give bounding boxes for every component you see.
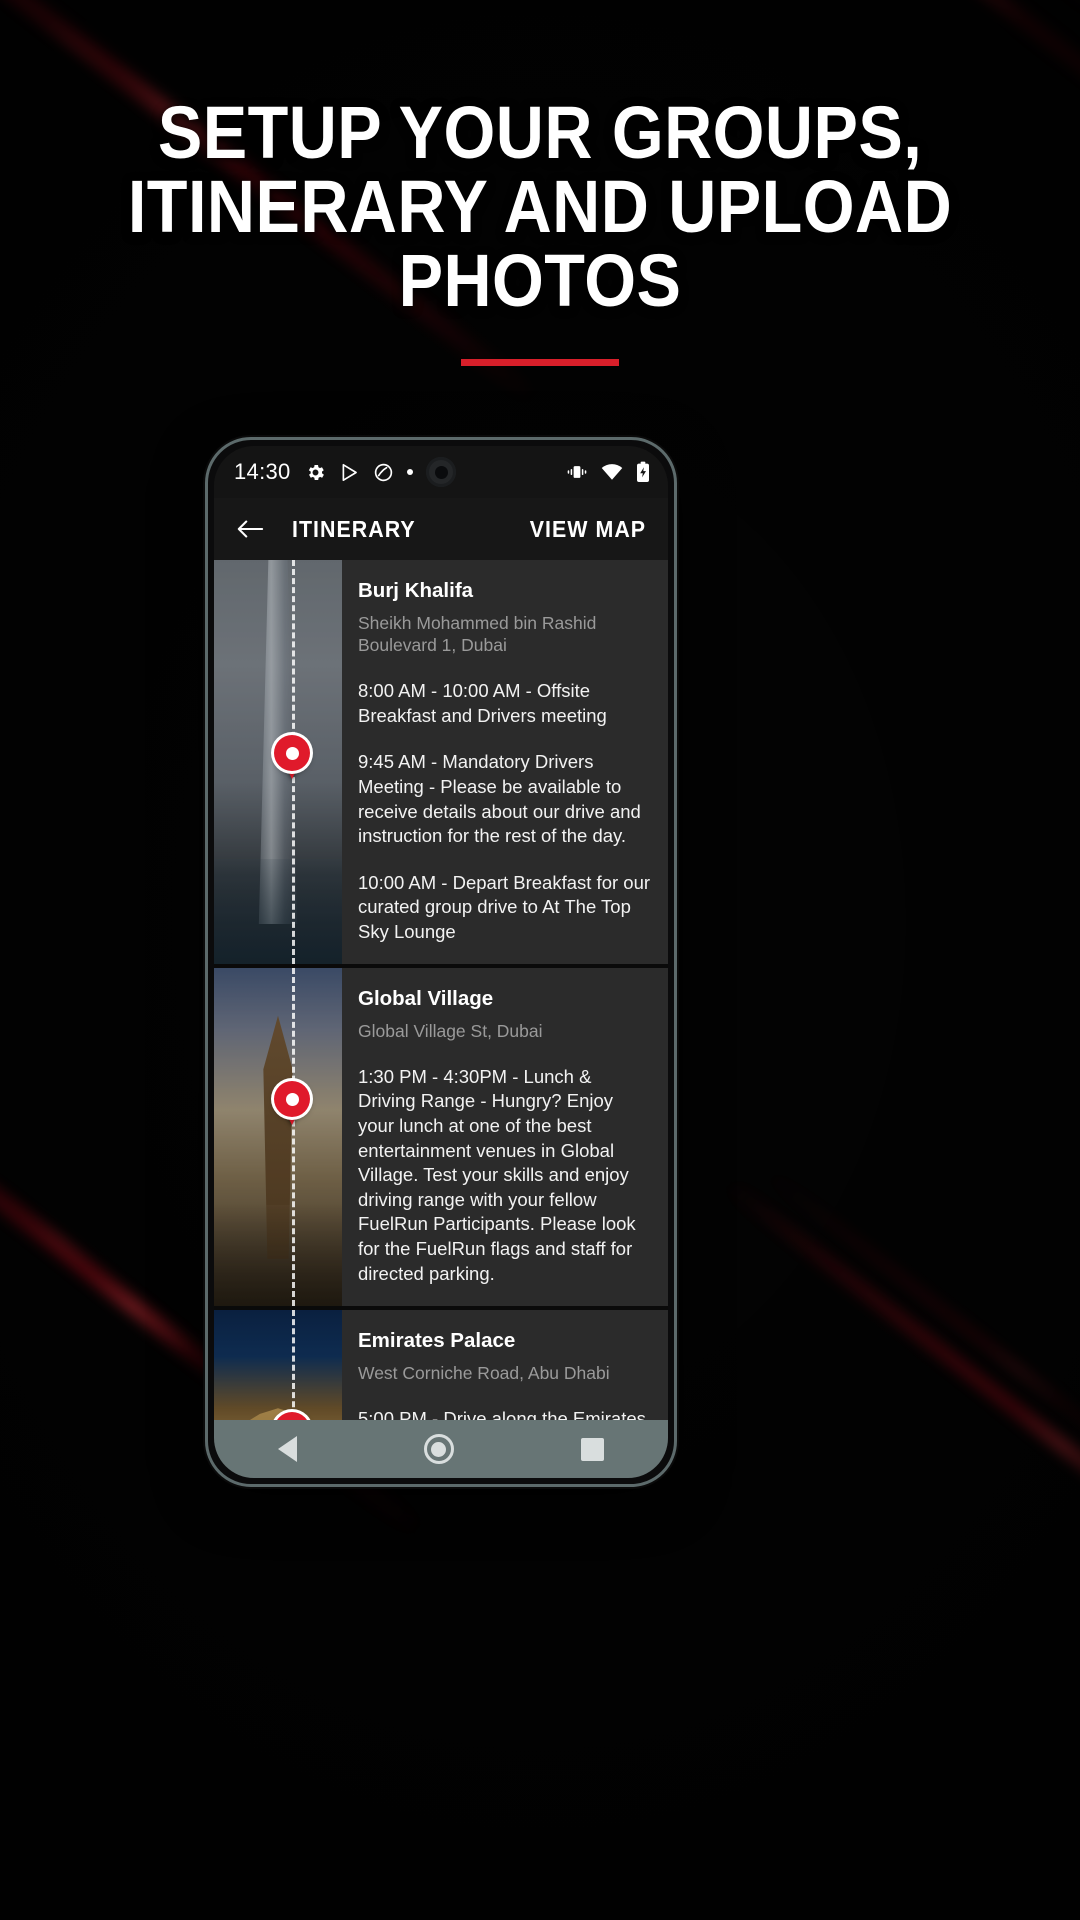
venue-address: Global Village St, Dubai bbox=[358, 1021, 543, 1042]
itinerary-card[interactable]: Burj Khalifa Sheikh Mohammed bin Rashid … bbox=[214, 560, 668, 969]
front-camera-punch-hole bbox=[426, 457, 456, 487]
venue-note: 9:45 AM - Mandatory Drivers Meeting - Pl… bbox=[358, 751, 641, 847]
play-store-icon bbox=[339, 462, 360, 483]
headline-accent-rule bbox=[461, 359, 619, 366]
phone-screen: 14:30 ITINERARY VIEW MAP Burj Khalifa Sh… bbox=[214, 446, 668, 1478]
promo-headline: SETUP YOUR GROUPS, ITINERARY AND UPLOAD … bbox=[54, 96, 1026, 318]
android-nav-bar bbox=[214, 1420, 668, 1478]
gear-icon bbox=[305, 462, 326, 483]
view-map-button[interactable]: VIEW MAP bbox=[530, 516, 646, 543]
itinerary-card-body: Burj Khalifa Sheikh Mohammed bin Rashid … bbox=[342, 560, 668, 964]
itinerary-card[interactable]: Global Village Global Village St, Dubai … bbox=[214, 968, 668, 1311]
phone-mockup: 14:30 ITINERARY VIEW MAP Burj Khalifa Sh… bbox=[205, 437, 677, 1487]
nav-back-icon[interactable] bbox=[277, 1436, 297, 1462]
status-bar: 14:30 bbox=[214, 446, 668, 498]
timeline-dashed-line bbox=[292, 968, 295, 1307]
app-bar: ITINERARY VIEW MAP bbox=[214, 498, 668, 560]
itinerary-card-body: Emirates Palace West Corniche Road, Abu … bbox=[342, 1310, 668, 1420]
status-bar-notification-icons bbox=[305, 462, 413, 483]
venue-name: Global Village bbox=[358, 987, 494, 1011]
battery-charging-icon bbox=[636, 461, 650, 483]
dot-icon bbox=[406, 469, 413, 475]
page-title: ITINERARY bbox=[292, 515, 416, 542]
status-bar-system-icons bbox=[566, 461, 650, 483]
itinerary-card[interactable]: Emirates Palace West Corniche Road, Abu … bbox=[214, 1310, 668, 1420]
venue-note: 10:00 AM - Depart Breakfast for our cura… bbox=[358, 871, 651, 942]
photo-scrim bbox=[214, 1310, 342, 1420]
venue-photo bbox=[214, 1310, 342, 1420]
photo-scrim bbox=[214, 968, 342, 1307]
map-pin-icon bbox=[274, 735, 310, 779]
map-pin-icon bbox=[274, 1081, 310, 1126]
wifi-icon bbox=[601, 463, 623, 481]
do-not-disturb-icon bbox=[373, 462, 394, 483]
venue-address: West Corniche Road, Abu Dhabi bbox=[358, 1362, 610, 1383]
status-bar-clock: 14:30 bbox=[234, 459, 291, 484]
venue-note: 8:00 AM - 10:00 AM - Offsite Breakfast a… bbox=[358, 680, 607, 726]
venue-photo bbox=[214, 968, 342, 1307]
timeline-dashed-line bbox=[292, 1310, 295, 1420]
itinerary-list[interactable]: Burj Khalifa Sheikh Mohammed bin Rashid … bbox=[214, 560, 668, 1420]
venue-name: Emirates Palace bbox=[358, 1329, 516, 1353]
nav-recents-icon[interactable] bbox=[581, 1437, 605, 1461]
itinerary-card-body: Global Village Global Village St, Dubai … bbox=[342, 968, 668, 1306]
back-button[interactable] bbox=[236, 518, 264, 540]
venue-address: Sheikh Mohammed bin Rashid Boulevard 1, … bbox=[358, 612, 597, 656]
headline-line-2: ITINERARY AND UPLOAD bbox=[127, 165, 953, 248]
map-pin-icon bbox=[274, 1412, 310, 1420]
headline-line-3: PHOTOS bbox=[398, 239, 682, 322]
headline-line-1: SETUP YOUR GROUPS, bbox=[157, 91, 923, 174]
venue-note: 1:30 PM - 4:30PM - Lunch & Driving Range… bbox=[358, 1065, 636, 1284]
nav-home-icon[interactable] bbox=[423, 1434, 454, 1464]
venue-note: 5:00 PM - Drive along the Emirates Palac… bbox=[358, 1407, 646, 1420]
vibrate-icon bbox=[566, 463, 588, 481]
venue-name: Burj Khalifa bbox=[358, 579, 474, 602]
